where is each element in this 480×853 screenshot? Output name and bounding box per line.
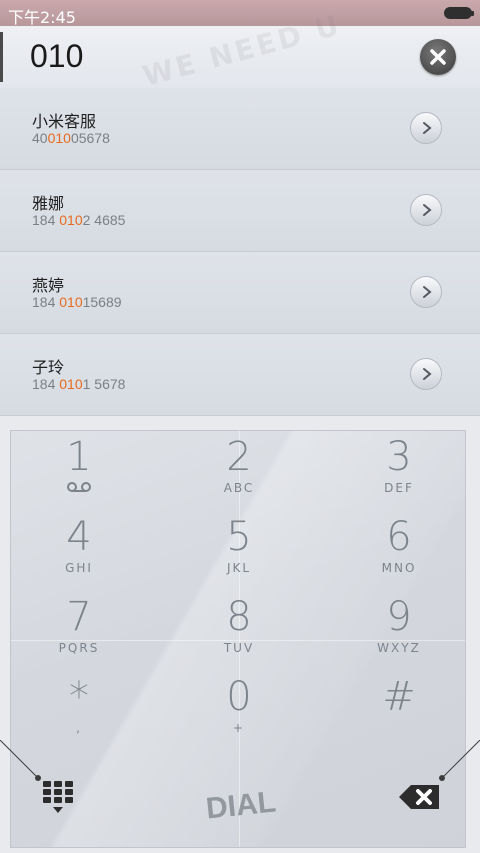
contact-number: 4001005678 (32, 130, 110, 146)
key-6[interactable]: 6 MNO (339, 515, 459, 595)
contact-detail-button[interactable] (410, 194, 442, 226)
chevron-right-icon (423, 286, 432, 298)
chevron-right-icon (423, 368, 432, 380)
dialed-number-input[interactable]: 010 (30, 38, 83, 75)
contact-result-item[interactable]: 雅娜 184 0102 4685 (0, 170, 480, 252)
dial-button[interactable]: DIAL (189, 776, 294, 836)
text-cursor (0, 32, 3, 82)
clear-button[interactable] (420, 39, 456, 75)
key-9[interactable]: 9 WXYZ (339, 595, 459, 675)
contact-name: 小米客服 (32, 112, 97, 131)
contact-results-list: 小米客服 4001005678 雅娜 184 0102 4685 燕婷 184 … (0, 88, 480, 416)
chevron-right-icon (423, 122, 432, 134)
key-4[interactable]: 4 GHI (19, 515, 139, 595)
dial-keypad: 1 2 ABC 3 DEF 4 GHI 5 JKL 6 MNO 7 PQRS 8… (10, 430, 466, 848)
contact-result-item[interactable]: 子玲 184 0101 5678 (0, 334, 480, 416)
key-5[interactable]: 5 JKL (179, 515, 299, 595)
matched-digits: 010 (59, 294, 83, 310)
chevron-right-icon (423, 204, 432, 216)
contact-number: 184 01015689 (32, 294, 122, 310)
contact-detail-button[interactable] (410, 276, 442, 308)
contact-name: 子玲 (32, 358, 65, 377)
contact-detail-button[interactable] (410, 358, 442, 390)
close-icon (430, 49, 446, 65)
matched-digits: 010 (59, 376, 83, 392)
status-time: 下午2:45 (8, 8, 76, 27)
key-1[interactable]: 1 (19, 435, 139, 515)
contact-result-item[interactable]: 燕婷 184 01015689 (0, 252, 480, 334)
contact-name: 燕婷 (32, 276, 65, 295)
matched-digits: 010 (47, 130, 71, 146)
contact-name: 雅娜 (32, 194, 65, 213)
matched-digits: 010 (59, 212, 83, 228)
contact-number: 184 0102 4685 (32, 212, 126, 228)
voicemail-icon (67, 482, 91, 492)
contact-detail-button[interactable] (410, 112, 442, 144)
hanging-string-right (439, 740, 480, 781)
contact-number: 184 0101 5678 (32, 376, 126, 392)
contact-result-item[interactable]: 小米客服 4001005678 (0, 88, 480, 170)
key-2[interactable]: 2 ABC (179, 435, 299, 515)
search-bar[interactable]: WE NEED U 010 (0, 8, 480, 93)
battery-icon (444, 7, 474, 19)
status-bar: 下午2:45 (0, 0, 480, 27)
key-8[interactable]: 8 TUV (179, 595, 299, 675)
key-0[interactable]: 0 + (179, 675, 299, 755)
key-3[interactable]: 3 DEF (339, 435, 459, 515)
hanging-string-left (0, 740, 41, 781)
key-7[interactable]: 7 PQRS (19, 595, 139, 675)
